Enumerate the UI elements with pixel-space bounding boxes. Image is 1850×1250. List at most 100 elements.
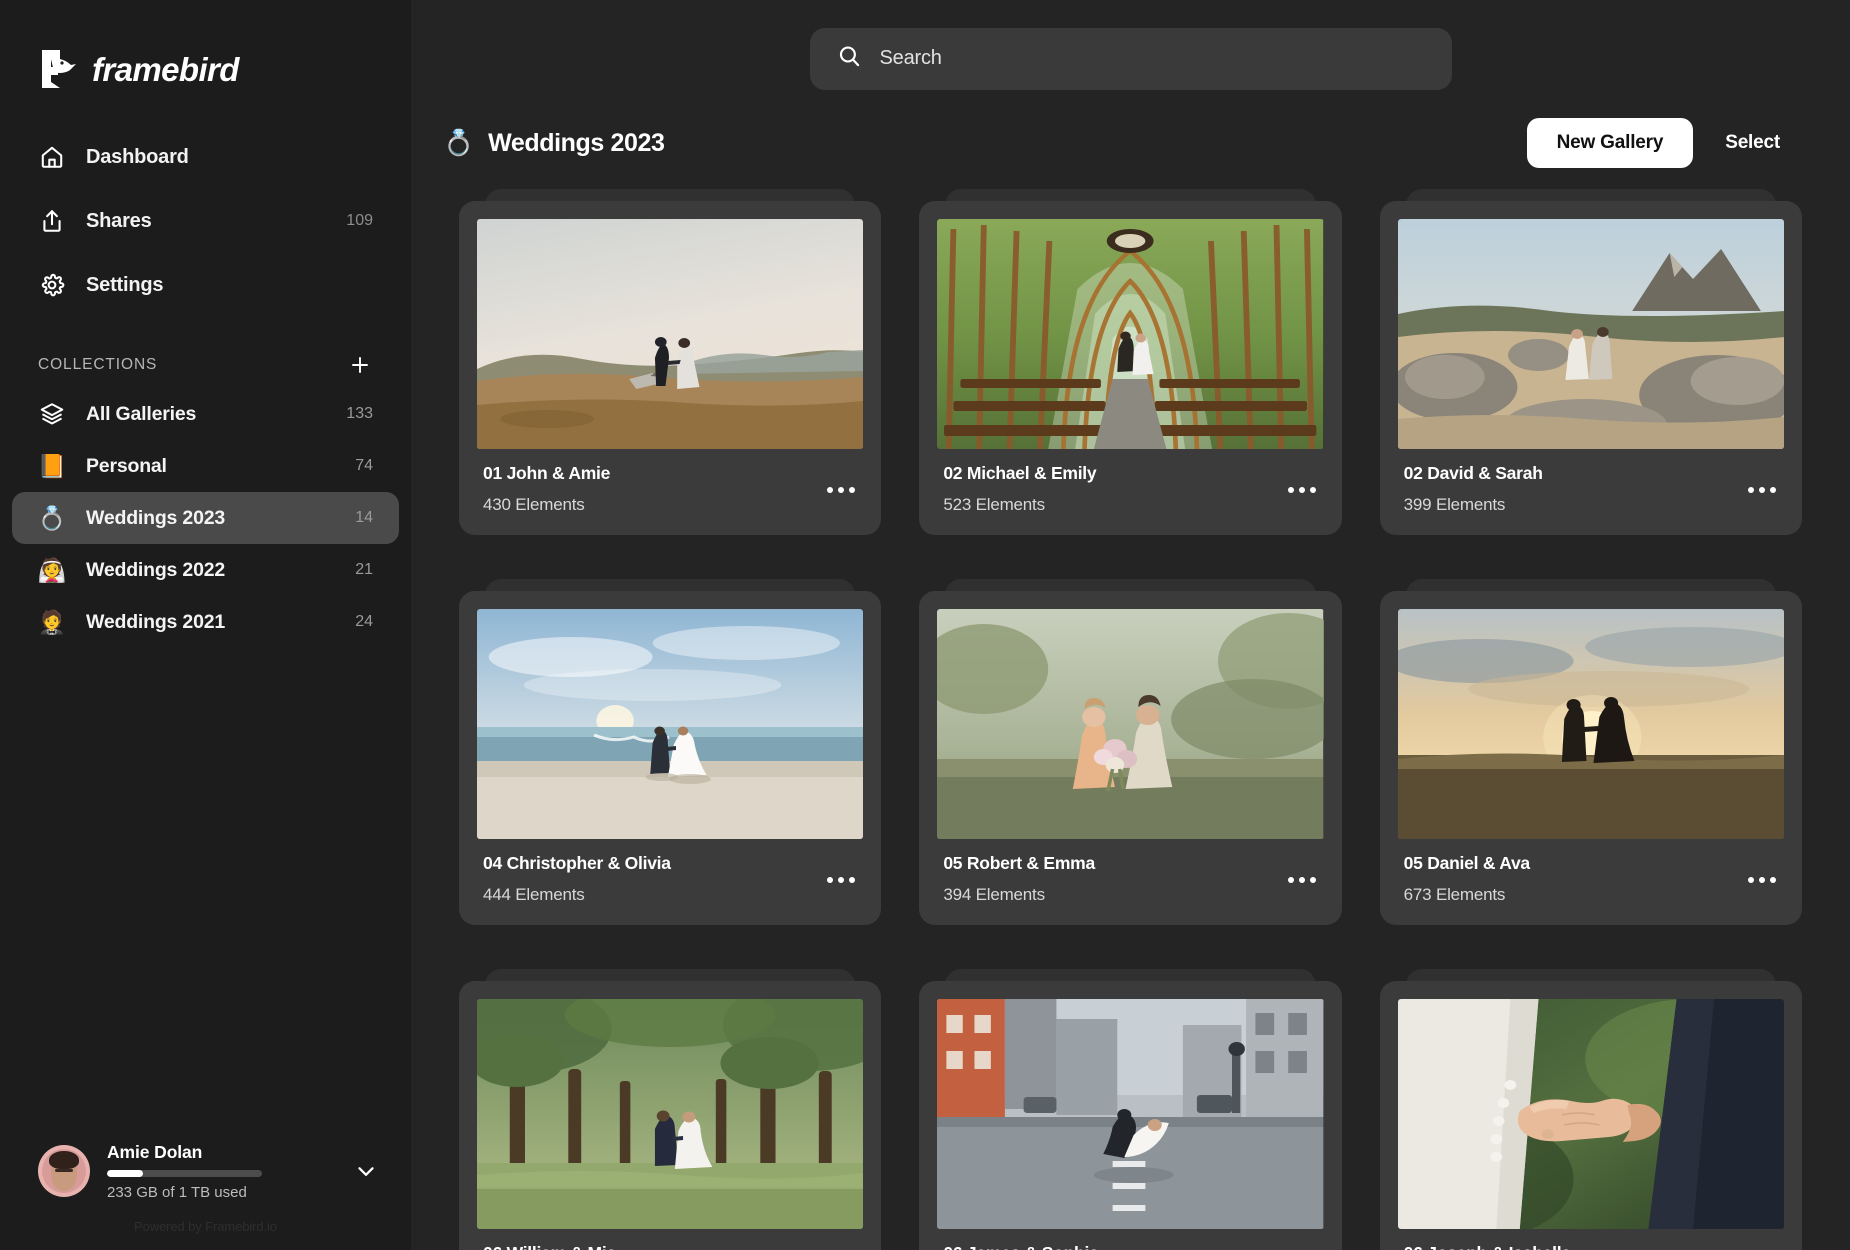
gallery-card[interactable]: 05 Daniel & Ava 673 Elements [1379, 579, 1802, 925]
gallery-more-options-icon[interactable] [1746, 481, 1778, 499]
gallery-title: 02 Michael & Emily [943, 463, 1097, 483]
gallery-title: 06 James & Sophia [943, 1243, 1317, 1250]
sidebar-label-weddings-2021: Weddings 2021 [86, 610, 226, 633]
gallery-more-options-icon[interactable] [1286, 481, 1318, 499]
nav-count-shares: 109 [346, 212, 373, 229]
gallery-card-body[interactable]: 06 Joseph & Isabella 406 Elements [1379, 981, 1802, 1250]
nav-label-dashboard: Dashboard [86, 145, 189, 168]
gallery-element-count: 444 Elements [483, 885, 585, 904]
ring-emoji-icon: 💍 [443, 128, 475, 157]
sidebar-count-weddings-2022: 21 [355, 561, 373, 578]
collections-title: COLLECTIONS [38, 356, 158, 373]
gallery-more-options-icon[interactable] [1286, 871, 1318, 889]
gallery-card[interactable]: 01 John & Amie 430 Elements [459, 189, 882, 535]
sidebar: framebird Dashboard Shares 109 Settings … [0, 0, 411, 1250]
sidebar-label-weddings-2023: Weddings 2023 [86, 506, 226, 529]
chevron-down-icon[interactable] [351, 1156, 381, 1186]
framebird-bird-logo-icon [38, 48, 78, 92]
sidebar-item-weddings-2021[interactable]: 🤵 Weddings 2021 24 [12, 596, 399, 648]
sidebar-label-all-galleries: All Galleries [86, 402, 197, 425]
gallery-card-footer: 05 Daniel & Ava 673 Elements [1398, 839, 1784, 925]
gallery-more-options-icon[interactable] [825, 481, 857, 499]
gallery-card[interactable]: 06 William & Mia 227 Elements [459, 969, 882, 1250]
nav-label-shares: Shares [86, 209, 152, 232]
gallery-element-count: 394 Elements [943, 885, 1045, 904]
gallery-more-options-icon[interactable] [825, 871, 857, 889]
gallery-card-body[interactable]: 05 Daniel & Ava 673 Elements [1379, 591, 1802, 925]
gallery-card[interactable]: 02 Michael & Emily 523 Elements [919, 189, 1342, 535]
sidebar-label-weddings-2022: Weddings 2022 [86, 558, 226, 581]
layers-icon [38, 400, 66, 428]
gallery-card-body[interactable]: 02 Michael & Emily 523 Elements [919, 201, 1342, 535]
gallery-thumbnail [937, 999, 1324, 1229]
gallery-element-count: 673 Elements [1403, 885, 1506, 904]
bride-with-veil-emoji-icon: 👰 [37, 556, 67, 583]
gallery-element-count: 523 Elements [943, 495, 1045, 514]
sidebar-item-all-galleries[interactable]: All Galleries 133 [12, 388, 399, 440]
gallery-card-footer: 06 William & Mia 227 Elements [477, 1229, 863, 1250]
gallery-title: 05 Robert & Emma [943, 853, 1095, 873]
sidebar-item-personal[interactable]: 📙 Personal 74 [12, 440, 399, 492]
share-upload-icon [38, 207, 66, 235]
gallery-thumbnail [477, 219, 864, 449]
collections-list: All Galleries 133 📙 Personal 74 💍 Weddin… [0, 388, 411, 648]
sidebar-count-all-galleries: 133 [346, 405, 373, 422]
gallery-thumbnail [937, 219, 1324, 449]
header-actions: New Gallery Select [1526, 118, 1790, 168]
gallery-card-body[interactable]: 06 William & Mia 227 Elements [459, 981, 882, 1250]
user-name: Amie Dolan [107, 1141, 203, 1162]
gallery-more-options-icon[interactable] [1746, 871, 1778, 889]
page-title-group: 💍 Weddings 2023 [443, 129, 1527, 158]
app-root: framebird Dashboard Shares 109 Settings … [0, 0, 1850, 1250]
gallery-card-body[interactable]: 06 James & Sophia 305 Elements [919, 981, 1342, 1250]
gallery-card[interactable]: 06 James & Sophia 305 Elements [919, 969, 1342, 1250]
search-input[interactable]: Search [809, 27, 1452, 90]
sidebar-item-weddings-2023[interactable]: 💍 Weddings 2023 14 [12, 492, 399, 544]
gallery-card-body[interactable]: 04 Christopher & Olivia 444 Elements [459, 591, 882, 925]
nav-item-settings[interactable]: Settings [18, 258, 393, 312]
new-gallery-button[interactable]: New Gallery [1526, 118, 1694, 168]
sidebar-count-personal: 74 [355, 457, 373, 474]
gallery-title: 06 William & Mia [483, 1243, 857, 1250]
select-button[interactable]: Select [1715, 118, 1790, 168]
search-placeholder: Search [879, 47, 942, 69]
gallery-card-footer: 04 Christopher & Olivia 444 Elements [477, 839, 863, 925]
home-icon [38, 143, 66, 171]
collections-header: COLLECTIONS [38, 350, 373, 380]
user-profile[interactable]: Amie Dolan 233 GB of 1 TB used [0, 1135, 411, 1207]
storage-progress-fill [107, 1169, 143, 1177]
gallery-card-footer: 06 Joseph & Isabella 406 Elements [1398, 1229, 1784, 1250]
gallery-element-count: 430 Elements [483, 495, 585, 514]
gallery-thumbnail [1397, 219, 1784, 449]
gallery-grid: 01 John & Amie 430 Elements 02 Michael &… [411, 181, 1850, 1250]
nav-item-dashboard[interactable]: Dashboard [18, 130, 393, 184]
gallery-card-footer: 06 James & Sophia 305 Elements [937, 1229, 1323, 1250]
sidebar-label-personal: Personal [86, 454, 167, 477]
gallery-card[interactable]: 04 Christopher & Olivia 444 Elements [459, 579, 882, 925]
gallery-card-body[interactable]: 01 John & Amie 430 Elements [459, 201, 882, 535]
gallery-card[interactable]: 06 Joseph & Isabella 406 Elements [1379, 969, 1802, 1250]
gallery-element-count: 399 Elements [1403, 495, 1506, 514]
page-header: 💍 Weddings 2023 New Gallery Select [411, 105, 1850, 181]
user-meta: Amie Dolan 233 GB of 1 TB used [107, 1142, 334, 1201]
gallery-title: 05 Daniel & Ava [1403, 853, 1531, 873]
gallery-card-footer: 01 John & Amie 430 Elements [477, 449, 863, 535]
gallery-card-body[interactable]: 02 David & Sarah 399 Elements [1379, 201, 1802, 535]
plus-icon[interactable] [347, 352, 373, 378]
sidebar-count-weddings-2023: 14 [355, 509, 373, 526]
gallery-thumbnail [937, 609, 1324, 839]
sidebar-item-weddings-2022[interactable]: 👰 Weddings 2022 21 [12, 544, 399, 596]
main-content: Search 💍 Weddings 2023 New Gallery Selec… [411, 0, 1850, 1250]
gallery-title: 01 John & Amie [483, 463, 611, 483]
nav-item-shares[interactable]: Shares 109 [18, 194, 393, 248]
person-in-tuxedo-emoji-icon: 🤵 [37, 608, 67, 635]
gallery-card[interactable]: 05 Robert & Emma 394 Elements [919, 579, 1342, 925]
page-title: Weddings 2023 [488, 128, 665, 157]
brand-name: framebird [92, 51, 239, 88]
powered-by-label: Powered by Framebird.io [134, 1219, 277, 1234]
gallery-card-body[interactable]: 05 Robert & Emma 394 Elements [919, 591, 1342, 925]
brand-logo[interactable]: framebird [0, 0, 411, 100]
gallery-card[interactable]: 02 David & Sarah 399 Elements [1379, 189, 1802, 535]
primary-nav: Dashboard Shares 109 Settings [0, 130, 411, 312]
